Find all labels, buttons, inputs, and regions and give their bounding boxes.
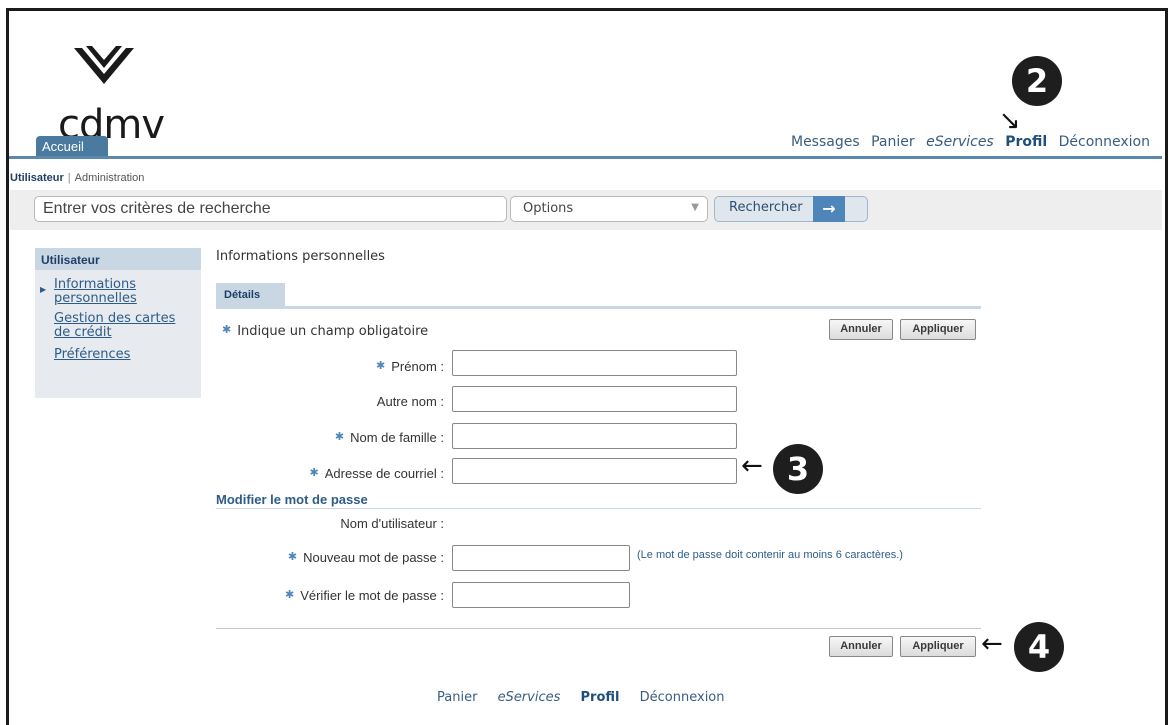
first-name-field[interactable] bbox=[452, 350, 737, 376]
verify-password-label: ✱ Vérifier le mot de passe : bbox=[216, 588, 444, 603]
nav-eservices[interactable]: eServices bbox=[926, 134, 994, 150]
header-divider bbox=[9, 156, 1162, 159]
cancel-button-bottom[interactable]: Annuler bbox=[829, 636, 893, 657]
search-bar: Entrer vos critères de recherche Options… bbox=[10, 190, 1162, 230]
new-password-field[interactable] bbox=[452, 545, 630, 571]
search-button-label: Rechercher bbox=[729, 200, 803, 215]
options-label: Options bbox=[523, 201, 574, 216]
last-name-field[interactable] bbox=[452, 423, 737, 449]
footer-profile[interactable]: Profil bbox=[581, 690, 620, 705]
required-star-icon: ✱ bbox=[309, 467, 319, 479]
apply-button-bottom[interactable]: Appliquer bbox=[900, 636, 976, 657]
required-note-text: Indique un champ obligatoire bbox=[237, 324, 429, 339]
subnav-user[interactable]: Utilisateur bbox=[10, 172, 64, 184]
new-password-label: ✱ Nouveau mot de passe : bbox=[216, 550, 444, 565]
sidebar-title: Utilisateur bbox=[35, 248, 201, 270]
nav-logout[interactable]: Déconnexion bbox=[1059, 134, 1150, 150]
logo-mark-icon bbox=[74, 46, 134, 84]
search-input[interactable]: Entrer vos critères de recherche bbox=[34, 196, 507, 222]
nav-messages[interactable]: Messages bbox=[791, 134, 860, 150]
last-name-label-text: Nom de famille : bbox=[350, 430, 444, 445]
search-button[interactable]: Rechercher → bbox=[714, 196, 868, 222]
email-label-text: Adresse de courriel : bbox=[324, 466, 444, 481]
password-hint: (Le mot de passe doit contenir au moins … bbox=[637, 549, 903, 561]
footer-eservices[interactable]: eServices bbox=[498, 690, 561, 705]
top-navigation: Messages Panier eServices Profil Déconne… bbox=[784, 134, 1150, 150]
sidebar: Utilisateur ▶ Informations personnelles … bbox=[35, 248, 201, 398]
step-badge-4: 4 bbox=[1014, 622, 1064, 672]
verify-password-field[interactable] bbox=[452, 582, 630, 608]
sidebar-item-preferences[interactable]: Préférences bbox=[35, 348, 201, 362]
footer-logout[interactable]: Déconnexion bbox=[640, 690, 725, 705]
last-name-label: ✱ Nom de famille : bbox=[216, 430, 444, 445]
password-section-title: Modifier le mot de passe bbox=[216, 492, 368, 507]
subnav-separator: | bbox=[67, 172, 71, 184]
other-name-field[interactable] bbox=[452, 386, 737, 412]
chevron-down-icon: ▼ bbox=[691, 202, 699, 213]
cancel-button-top[interactable]: Annuler bbox=[829, 319, 893, 340]
tab-home[interactable]: Accueil bbox=[36, 136, 108, 157]
footer-cart[interactable]: Panier bbox=[437, 690, 477, 705]
new-password-label-text: Nouveau mot de passe : bbox=[303, 550, 444, 565]
options-dropdown[interactable]: Options ▼ bbox=[510, 196, 708, 222]
arrow-left-icon: ← bbox=[981, 629, 1003, 659]
footer-navigation: Panier eServices Profil Déconnexion bbox=[437, 690, 741, 705]
page-title: Informations personnelles bbox=[216, 249, 385, 264]
sidebar-item-label: Gestion des cartes de crédit bbox=[54, 311, 176, 340]
nav-cart[interactable]: Panier bbox=[871, 134, 915, 150]
selected-triangle-icon: ▶ bbox=[40, 285, 47, 294]
other-name-label: Autre nom : bbox=[376, 394, 444, 409]
sidebar-item-credit-cards[interactable]: Gestion des cartes de crédit bbox=[35, 312, 189, 340]
required-star-icon: ✱ bbox=[287, 551, 298, 563]
first-name-label-text: Prénom : bbox=[391, 359, 444, 374]
required-star-icon: ✱ bbox=[222, 323, 232, 336]
arrow-left-icon: ← bbox=[741, 451, 763, 481]
step-badge-2: 2 bbox=[1012, 56, 1062, 106]
password-section-divider bbox=[216, 508, 981, 509]
subnav-admin[interactable]: Administration bbox=[75, 172, 145, 184]
form-bottom-divider bbox=[216, 628, 981, 629]
cdmv-logo: cdmv bbox=[44, 44, 165, 148]
step-badge-3: 3 bbox=[773, 444, 823, 494]
required-star-icon: ✱ bbox=[284, 589, 295, 601]
verify-password-label-text: Vérifier le mot de passe : bbox=[300, 588, 444, 603]
required-note: ✱ Indique un champ obligatoire bbox=[222, 323, 428, 339]
sidebar-item-label: Informations personnelles bbox=[54, 277, 137, 306]
username-label: Nom d'utilisateur : bbox=[340, 516, 444, 531]
first-name-label: ✱ Prénom : bbox=[216, 359, 444, 374]
apply-button-top[interactable]: Appliquer bbox=[900, 319, 976, 340]
required-star-icon: ✱ bbox=[376, 360, 386, 372]
email-field[interactable] bbox=[452, 458, 737, 484]
email-label: ✱ Adresse de courriel : bbox=[216, 466, 444, 481]
sidebar-item-label: Préférences bbox=[54, 347, 131, 362]
sidebar-item-personal-info[interactable]: ▶ Informations personnelles bbox=[35, 278, 184, 306]
sub-navigation: Utilisateur | Administration bbox=[10, 172, 144, 184]
nav-profile[interactable]: Profil bbox=[1005, 134, 1047, 150]
required-star-icon: ✱ bbox=[334, 431, 345, 443]
arrow-right-icon[interactable]: → bbox=[813, 196, 845, 222]
tab-details[interactable]: Détails bbox=[216, 283, 285, 307]
tab-underline bbox=[216, 306, 981, 309]
